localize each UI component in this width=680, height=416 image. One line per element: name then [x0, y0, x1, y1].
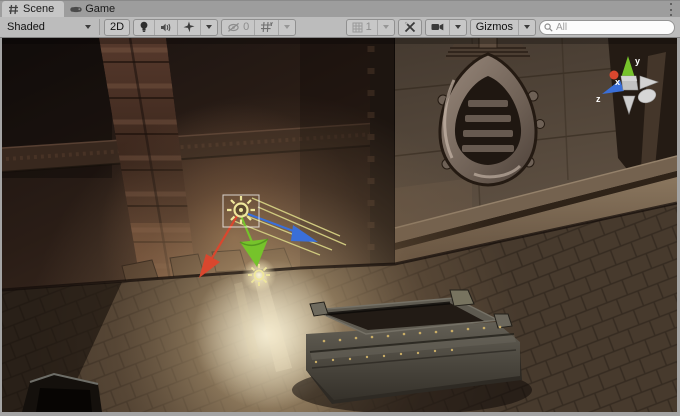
hidden-count: 0 [243, 21, 249, 33]
gizmos-label: Gizmos [476, 21, 513, 33]
tab-bar: Scene Game [0, 0, 680, 17]
camera-settings-button[interactable] [426, 20, 450, 35]
axis-y-label: y [635, 56, 640, 66]
grid-dropdown-button[interactable] [279, 20, 295, 35]
camera-group [425, 19, 467, 36]
2d-toggle-button[interactable]: 2D [105, 20, 129, 35]
dropdown-caret-icon [284, 25, 290, 29]
hidden-objects-group: 0 [221, 19, 296, 36]
dropdown-caret-icon [524, 25, 530, 29]
draw-mode-dropdown[interactable]: Shaded [3, 19, 95, 36]
tools-button[interactable] [399, 20, 421, 35]
layers-group: 1 [346, 19, 395, 36]
axis-z-label: z [596, 94, 601, 104]
layers-button[interactable]: 1 [347, 20, 378, 35]
tools-icon [404, 21, 416, 33]
search-input[interactable] [556, 22, 670, 33]
scene-toolbar: Shaded 2D [0, 17, 680, 38]
tools-group [398, 19, 422, 36]
point-light-glow [242, 258, 276, 292]
sparkle-icon [183, 21, 195, 33]
scene-grid-icon [8, 4, 19, 15]
tab-game[interactable]: Game [64, 1, 125, 17]
kebab-menu-icon[interactable] [667, 3, 675, 16]
dropdown-caret-icon [455, 25, 461, 29]
effects-dropdown-button[interactable] [201, 20, 217, 35]
scene-viewport[interactable]: y x z [2, 38, 677, 412]
gizmos-dropdown-button[interactable] [519, 20, 535, 35]
lightbulb-icon [139, 21, 149, 33]
directional-light-gizmo[interactable] [227, 196, 255, 224]
view-options-group [133, 19, 218, 36]
tab-scene[interactable]: Scene [2, 1, 64, 17]
toolbar-separator [99, 19, 100, 35]
2d-toggle-group: 2D [104, 19, 130, 36]
grid-axes-icon [260, 21, 273, 33]
gizmos-group: Gizmos [470, 19, 536, 36]
audio-toggle-button[interactable] [155, 20, 178, 35]
gizmo-search-field[interactable] [539, 20, 675, 35]
grid-settings-button[interactable] [255, 20, 279, 35]
dropdown-caret-icon [206, 25, 212, 29]
tab-scene-label: Scene [23, 3, 54, 15]
hidden-objects-button[interactable]: 0 [222, 20, 255, 35]
gizmos-button[interactable]: Gizmos [471, 20, 519, 35]
dropdown-caret-icon [383, 25, 389, 29]
camera-dropdown-button[interactable] [450, 20, 466, 35]
camera-icon [431, 22, 444, 32]
eye-off-icon [227, 22, 240, 33]
draw-mode-label: Shaded [7, 21, 45, 33]
2d-label: 2D [110, 21, 124, 33]
magnifier-icon [544, 23, 553, 32]
speaker-icon [160, 22, 172, 33]
axis-x-label: x [615, 77, 620, 87]
tab-game-label: Game [85, 3, 115, 15]
unity-scene-window: Scene Game Shaded 2D [0, 0, 680, 416]
viewport-top-shade [2, 38, 677, 44]
effects-toggle-button[interactable] [178, 20, 201, 35]
layers-grid-icon [352, 22, 363, 33]
gamepad-icon [70, 4, 81, 15]
layers-value: 1 [366, 21, 372, 33]
lighting-toggle-button[interactable] [134, 20, 155, 35]
layers-dropdown-button[interactable] [378, 20, 394, 35]
dropdown-caret-icon [85, 25, 91, 29]
